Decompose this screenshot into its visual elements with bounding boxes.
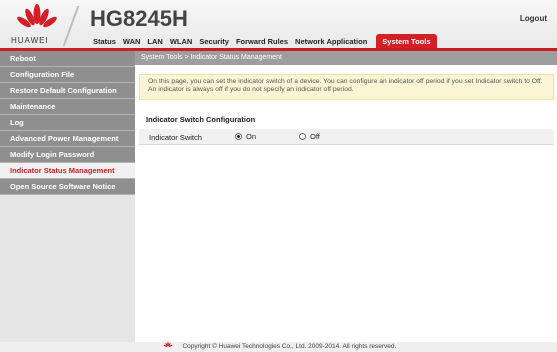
tab-security[interactable]: Security [199, 37, 229, 46]
tab-lan[interactable]: LAN [147, 37, 162, 46]
huawei-small-logo-icon [163, 342, 172, 347]
indicator-switch-row: Indicator Switch On Off [139, 129, 554, 145]
sidebar-item-modify-password[interactable]: Modify Login Password [0, 147, 135, 163]
main-nav: Status WAN LAN WLAN Security Forward Rul… [93, 34, 444, 49]
tab-system-tools[interactable]: System Tools [376, 34, 437, 49]
tab-wlan[interactable]: WLAN [170, 37, 193, 46]
section-title: Indicator Switch Configuration [146, 115, 256, 124]
indicator-switch-label: Indicator Switch [149, 133, 202, 142]
sidebar: Reboot Configuration File Restore Defaul… [0, 51, 135, 352]
radio-off-label: Off [310, 132, 320, 141]
info-notice: On this page, you can set the indicator … [139, 74, 554, 100]
breadcrumb: System Tools > Indicator Status Manageme… [135, 51, 557, 65]
radio-off[interactable]: Off [299, 132, 320, 141]
sidebar-item-open-source[interactable]: Open Source Software Notice [0, 179, 135, 195]
tab-status[interactable]: Status [93, 37, 116, 46]
sidebar-item-indicator-status[interactable]: Indicator Status Management [0, 163, 135, 179]
device-model-title: HG8245H [90, 6, 188, 31]
footer: Copyright © Huawei Technologies Co., Ltd… [0, 342, 557, 352]
tab-wan[interactable]: WAN [123, 37, 141, 46]
radio-off-circle[interactable] [299, 133, 306, 140]
radio-on-label: On [246, 132, 257, 141]
logout-link[interactable]: Logout [520, 14, 547, 23]
tab-network-application[interactable]: Network Application [295, 37, 367, 46]
radio-on-circle[interactable] [235, 133, 242, 140]
copyright-text: Copyright © Huawei Technologies Co., Ltd… [182, 343, 397, 351]
sidebar-item-reboot[interactable]: Reboot [0, 51, 135, 67]
radio-on[interactable]: On [235, 132, 256, 141]
brand-text: HUAWEI [11, 36, 49, 45]
top-header: HUAWEI HG8245H Logout Status WAN LAN WLA… [0, 0, 557, 49]
sidebar-item-maintenance[interactable]: Maintenance [0, 99, 135, 115]
sidebar-item-configuration-file[interactable]: Configuration File [0, 67, 135, 83]
header-divider [62, 6, 80, 46]
sidebar-item-log[interactable]: Log [0, 115, 135, 131]
sidebar-item-restore-default[interactable]: Restore Default Configuration [0, 83, 135, 99]
sidebar-item-advanced-power[interactable]: Advanced Power Management [0, 131, 135, 147]
tab-forward-rules[interactable]: Forward Rules [236, 37, 288, 46]
